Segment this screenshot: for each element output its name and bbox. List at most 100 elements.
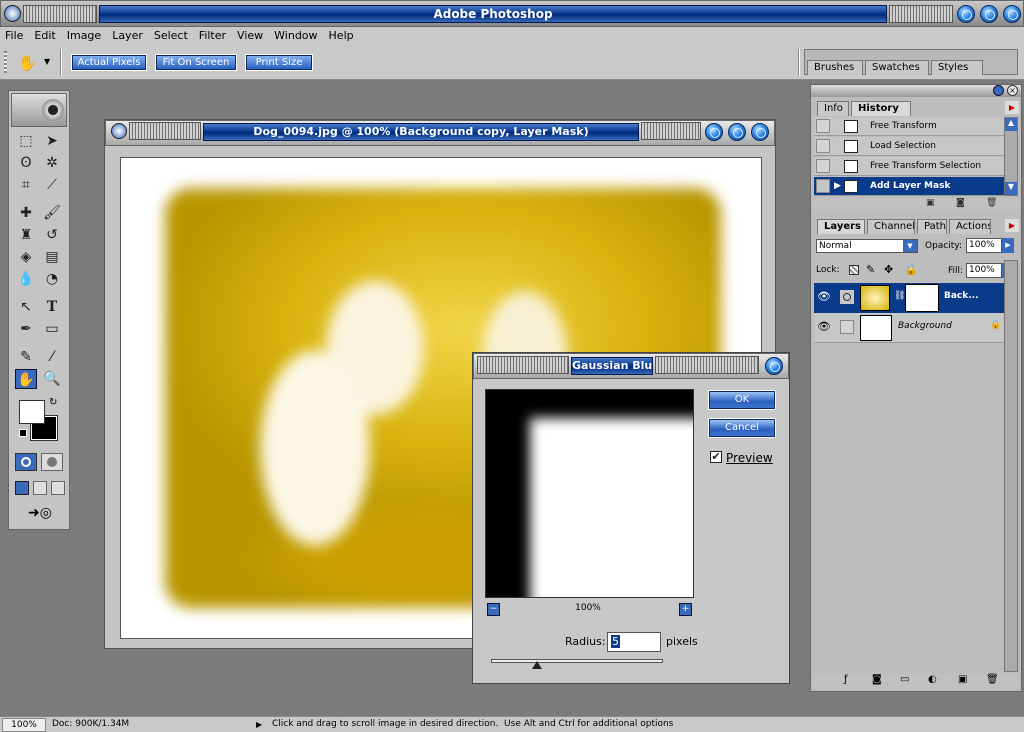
gradient-tool-icon[interactable]: ▤ <box>41 247 63 267</box>
menu-edit[interactable]: Edit <box>29 27 61 45</box>
chain-link-icon[interactable]: ⛓ <box>894 291 905 301</box>
default-colors-icon[interactable] <box>19 429 27 437</box>
zoom-in-icon[interactable]: + <box>679 603 692 616</box>
menu-window[interactable]: Window <box>269 27 323 45</box>
close-icon[interactable] <box>1003 5 1021 23</box>
maximize-icon[interactable] <box>980 5 998 23</box>
lock-position-icon[interactable]: ✥ <box>884 263 893 276</box>
add-mask-icon[interactable]: ◙ <box>872 674 882 685</box>
full-screen-mode-icon[interactable] <box>51 481 65 495</box>
new-snapshot-icon[interactable]: ◙ <box>956 198 965 208</box>
new-set-icon[interactable]: ▭ <box>900 674 909 685</box>
history-item[interactable]: Free Transform Selection <box>814 157 1004 176</box>
crop-tool-icon[interactable]: ⌗ <box>15 175 37 195</box>
status-menu-icon[interactable]: ▶ <box>256 717 262 732</box>
brush-tool-icon[interactable]: 🖌 <box>41 203 63 223</box>
cancel-button[interactable]: Cancel <box>708 418 776 438</box>
layer-mask-link-icon[interactable] <box>840 290 854 304</box>
menu-layer[interactable]: Layer <box>107 27 149 45</box>
doc-minimize-icon[interactable] <box>705 123 723 141</box>
type-tool-icon[interactable]: T <box>41 297 63 317</box>
doc-maximize-icon[interactable] <box>728 123 746 141</box>
tab-swatches[interactable]: Swatches <box>865 60 929 75</box>
blend-mode-select[interactable]: Normal ▼ <box>816 239 918 253</box>
layer-thumbnail[interactable] <box>860 285 890 311</box>
visibility-eye-icon[interactable]: 👁 <box>817 320 831 333</box>
visibility-eye-icon[interactable]: 👁 <box>817 290 831 303</box>
radius-slider-handle[interactable] <box>532 661 542 669</box>
doc-close-icon[interactable] <box>751 123 769 141</box>
standard-screen-mode-icon[interactable] <box>15 481 29 495</box>
healing-brush-tool-icon[interactable]: ✚ <box>15 203 37 223</box>
opacity-input[interactable]: 100% <box>966 238 1002 253</box>
clone-stamp-tool-icon[interactable]: ♜ <box>15 225 37 245</box>
dodge-tool-icon[interactable]: ◔ <box>41 269 63 289</box>
marquee-tool-icon[interactable]: ⬚ <box>15 131 37 151</box>
opacity-arrow-icon[interactable]: ▶ <box>1002 238 1014 253</box>
print-size-button[interactable]: Print Size <box>245 54 313 71</box>
move-tool-icon[interactable]: ➤ <box>41 131 63 151</box>
status-zoom[interactable]: 100% <box>2 718 46 732</box>
layers-scrollbar[interactable] <box>1004 260 1018 672</box>
delete-layer-icon[interactable]: 🗑 <box>986 674 999 685</box>
scroll-down-icon[interactable]: ▼ <box>1005 182 1017 195</box>
ok-button[interactable]: OK <box>708 390 776 410</box>
menu-file[interactable]: File <box>0 27 29 45</box>
scroll-up-icon[interactable]: ▲ <box>1005 118 1017 131</box>
photoshop-app-icon[interactable] <box>4 5 21 22</box>
tab-styles[interactable]: Styles <box>931 60 983 75</box>
rectangle-tool-icon[interactable]: ▭ <box>41 319 63 339</box>
trash-icon[interactable]: 🗑 <box>986 198 997 208</box>
tab-paths[interactable]: Paths <box>917 219 947 234</box>
lock-all-icon[interactable]: 🔒 <box>904 263 918 276</box>
standard-mode-icon[interactable] <box>15 453 37 471</box>
swap-colors-icon[interactable]: ↻ <box>49 397 57 408</box>
menu-help[interactable]: Help <box>324 27 360 45</box>
lasso-tool-icon[interactable]: ʘ <box>15 153 37 173</box>
layer-mask-thumbnail[interactable] <box>905 284 939 312</box>
layer-row-selected[interactable]: 👁 ⛓ Back... <box>814 283 1004 313</box>
palette-minimize-icon[interactable] <box>993 85 1004 96</box>
magic-wand-tool-icon[interactable]: ✲ <box>41 153 63 173</box>
zoom-tool-icon[interactable]: 🔍 <box>41 369 63 389</box>
new-document-icon[interactable]: ▣ <box>926 198 935 208</box>
menu-image[interactable]: Image <box>62 27 107 45</box>
tab-info[interactable]: Info <box>817 101 849 116</box>
layers-palette-menu-icon[interactable]: ▶ <box>1005 219 1019 232</box>
fill-input[interactable]: 100% <box>966 263 1002 278</box>
palette-close-icon[interactable]: × <box>1007 85 1018 96</box>
minimize-icon[interactable] <box>957 5 975 23</box>
document-icon[interactable] <box>111 123 127 139</box>
full-screen-menu-mode-icon[interactable] <box>33 481 47 495</box>
hand-tool-icon[interactable]: ✋ <box>18 54 37 72</box>
slice-tool-icon[interactable]: ⟋ <box>41 175 63 195</box>
blur-tool-icon[interactable]: 💧 <box>15 269 37 289</box>
history-item[interactable]: Free Transform <box>814 117 1004 136</box>
layer-style-icon[interactable]: ƒ <box>844 674 848 685</box>
zoom-out-icon[interactable]: − <box>487 603 500 616</box>
tab-brushes[interactable]: Brushes <box>807 60 863 75</box>
adjustment-layer-icon[interactable]: ◐ <box>928 674 937 685</box>
menu-select[interactable]: Select <box>149 27 194 45</box>
eyedropper-tool-icon[interactable]: ⁄ <box>41 347 63 367</box>
menu-view[interactable]: View <box>232 27 269 45</box>
radius-input[interactable]: 5 <box>607 632 661 652</box>
history-brush-tool-icon[interactable]: ↺ <box>41 225 63 245</box>
lock-image-icon[interactable]: ✎ <box>866 263 875 276</box>
actual-pixels-button[interactable]: Actual Pixels <box>71 54 147 71</box>
jump-to-imageready-icon[interactable]: ➜◎ <box>19 505 61 523</box>
lock-transparency-icon[interactable] <box>849 265 859 275</box>
layer-link-box[interactable] <box>840 320 854 334</box>
tab-history[interactable]: History <box>851 101 911 116</box>
radius-slider-track[interactable] <box>491 659 663 663</box>
quick-mask-mode-icon[interactable] <box>41 453 63 471</box>
foreground-color-swatch[interactable] <box>19 400 45 424</box>
layer-thumbnail[interactable] <box>860 315 892 341</box>
history-item[interactable]: Load Selection <box>814 137 1004 156</box>
fit-on-screen-button[interactable]: Fit On Screen <box>155 54 237 71</box>
hand-tool-selected-icon[interactable]: ✋ <box>15 369 37 389</box>
history-item-selected[interactable]: ▶ Add Layer Mask <box>814 177 1004 196</box>
layer-row[interactable]: 👁 Background 🔒 <box>814 313 1004 343</box>
tab-channels[interactable]: Channels <box>867 219 915 234</box>
notes-tool-icon[interactable]: ✎ <box>15 347 37 367</box>
